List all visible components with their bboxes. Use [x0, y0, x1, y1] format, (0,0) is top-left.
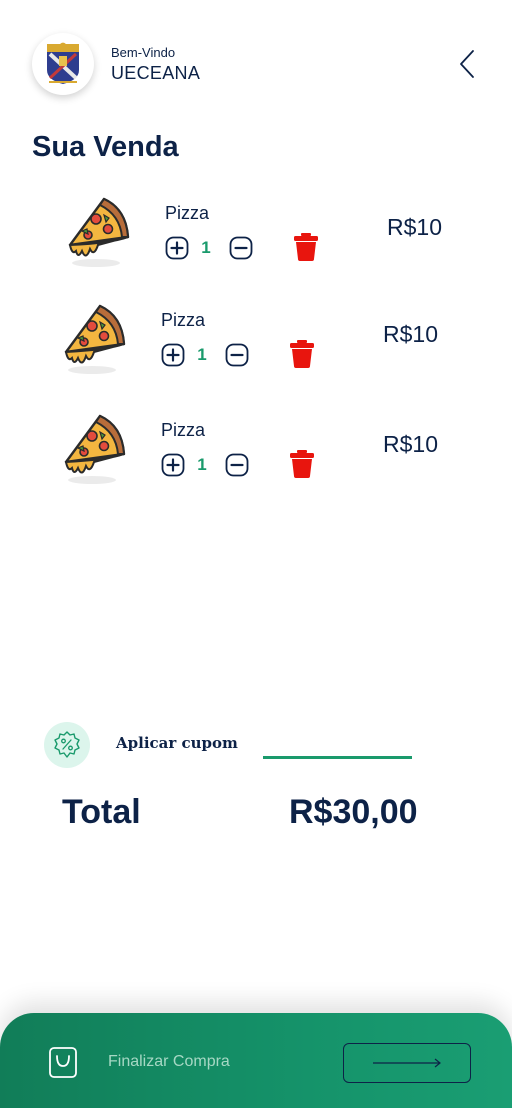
- item-name: Pizza: [161, 310, 206, 330]
- trash-icon[interactable]: [289, 340, 315, 368]
- decrease-quantity-button[interactable]: [225, 343, 249, 367]
- user-name: UECEANA: [111, 63, 201, 83]
- increase-quantity-button[interactable]: [161, 343, 185, 367]
- item-name: Pizza: [165, 203, 210, 223]
- coupon-label: Aplicar cupom: [116, 734, 238, 752]
- university-crest-icon: [32, 33, 94, 95]
- checkout-label: Finalizar Compra: [108, 1053, 230, 1070]
- item-quantity: 1: [201, 238, 211, 257]
- item-quantity: 1: [197, 345, 207, 364]
- back-button[interactable]: [452, 46, 482, 82]
- increase-quantity-button[interactable]: [161, 453, 185, 477]
- arrow-right-icon: [373, 1058, 441, 1068]
- checkout-button[interactable]: [343, 1043, 471, 1083]
- trash-icon[interactable]: [293, 233, 319, 261]
- shopping-bag-icon: [49, 1047, 77, 1078]
- total-label: Total: [62, 793, 141, 831]
- pizza-slice-icon: [68, 197, 130, 267]
- trash-icon[interactable]: [289, 450, 315, 478]
- pizza-slice-icon: [64, 414, 126, 484]
- checkout-screen: Bem-Vindo UECEANA Sua Venda Pizza 1 R$10…: [0, 0, 512, 1108]
- pizza-slice-icon: [64, 304, 126, 374]
- cart-item: Pizza 1 R$10: [0, 300, 512, 390]
- percent-tag-icon: [44, 722, 90, 768]
- item-price: R$10: [383, 321, 438, 347]
- increase-quantity-button[interactable]: [165, 236, 189, 260]
- coupon-input[interactable]: [263, 728, 412, 759]
- item-name: Pizza: [161, 420, 206, 440]
- cart-item: Pizza 1 R$10: [0, 193, 512, 283]
- greeting-text: Bem-Vindo: [111, 45, 176, 60]
- cart-item: Pizza 1 R$10: [0, 410, 512, 500]
- decrease-quantity-button[interactable]: [229, 236, 253, 260]
- total-value: R$30,00: [289, 793, 418, 831]
- item-price: R$10: [387, 214, 442, 240]
- page-title: Sua Venda: [32, 131, 179, 163]
- item-quantity: 1: [197, 455, 207, 474]
- decrease-quantity-button[interactable]: [225, 453, 249, 477]
- item-price: R$10: [383, 431, 438, 457]
- checkout-footer: Finalizar Compra: [0, 1013, 512, 1108]
- chevron-left-icon: [460, 50, 474, 78]
